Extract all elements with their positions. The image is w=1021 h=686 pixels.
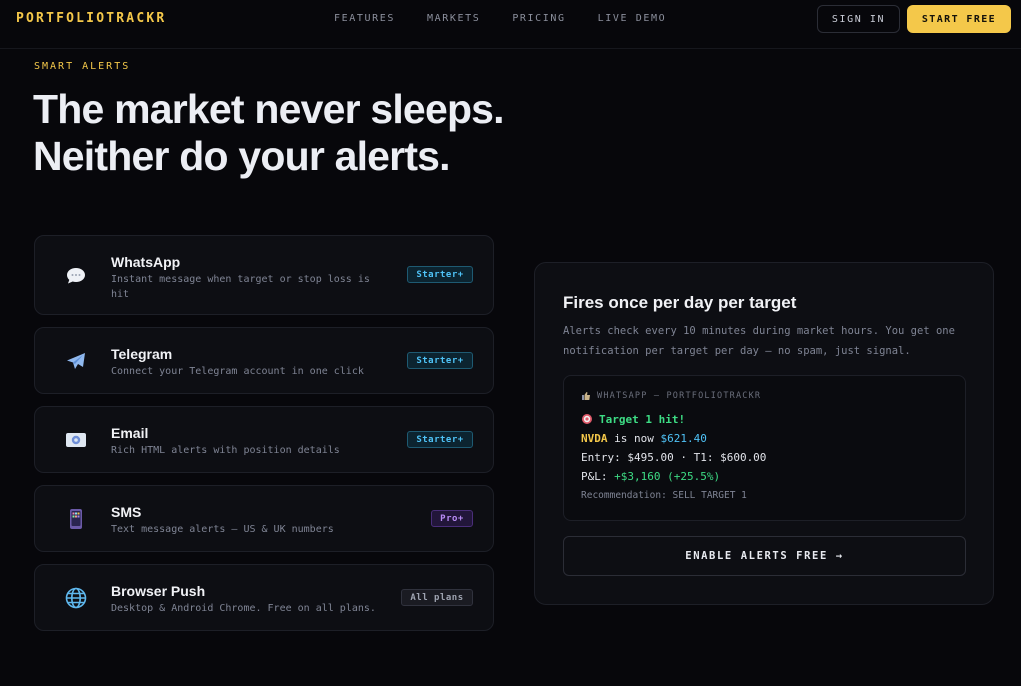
panel-description: Alerts check every 10 minutes during mar…: [563, 325, 955, 357]
nav-link-markets[interactable]: MARKETS: [427, 13, 480, 24]
plan-badge: Starter+: [407, 431, 473, 448]
panel-title: Fires once per day per target: [563, 293, 797, 312]
start-free-button[interactable]: START FREE: [907, 5, 1011, 33]
pnl-value: +$3,160 (+25.5%): [614, 470, 721, 483]
plan-badge: All plans: [401, 589, 473, 606]
enable-alerts-button[interactable]: ENABLE ALERTS FREE →: [563, 536, 966, 576]
entry-line: Entry: $495.00 · T1: $600.00: [581, 451, 767, 464]
sign-in-button[interactable]: SIGN IN: [817, 5, 900, 33]
ticker-symbol: NVDA: [581, 432, 608, 445]
channel-desc: Rich HTML alerts with position details: [111, 445, 340, 456]
plan-badge: Pro+: [431, 510, 473, 527]
plan-badge: Starter+: [407, 352, 473, 369]
pnl-label: P&L:: [581, 470, 615, 483]
target-icon: [581, 413, 593, 428]
message-header: WHATSAPP — PORTFOLIOTRACKR: [581, 391, 761, 401]
top-nav: PORTFOLIOTRACKR FEATURES MARKETS PRICING…: [0, 0, 1021, 49]
logo[interactable]: PORTFOLIOTRACKR: [16, 11, 166, 26]
pnl-line: P&L: +$3,160 (+25.5%): [581, 470, 720, 483]
email-icon: [63, 427, 89, 453]
message-source: WHATSAPP — PORTFOLIOTRACKR: [597, 391, 762, 401]
globe-icon: [63, 585, 89, 611]
recommendation-line: Recommendation: SELL TARGET 1: [581, 490, 747, 501]
channel-desc: Desktop & Android Chrome. Free on all pl…: [111, 603, 376, 614]
hero-heading: The market never sleeps. Neither do your…: [33, 86, 505, 180]
airplane-icon: [63, 348, 89, 374]
channel-desc: Instant message when target or stop loss…: [111, 274, 370, 300]
hero-line-2: Neither do your alerts.: [33, 133, 451, 179]
section-eyebrow: SMART ALERTS: [34, 61, 131, 72]
nav-link-live-demo[interactable]: LIVE DEMO: [598, 13, 667, 24]
is-now-text: is now: [607, 432, 661, 445]
alert-info-panel: Fires once per day per target Alerts che…: [534, 262, 994, 605]
current-price: $621.40: [660, 432, 707, 445]
channel-title: Browser Push: [111, 583, 206, 599]
nav-link-features[interactable]: FEATURES: [334, 13, 395, 24]
channel-title: SMS: [111, 504, 142, 520]
channel-card-browser-push: Browser Push Desktop & Android Chrome. F…: [34, 564, 494, 631]
speech-bubble-icon: [63, 263, 89, 289]
nav-links: FEATURES MARKETS PRICING LIVE DEMO: [334, 13, 698, 24]
channel-desc: Connect your Telegram account in one cli…: [111, 366, 364, 377]
thumbs-up-icon: [581, 391, 591, 401]
plan-badge: Starter+: [407, 266, 473, 283]
channel-title: Telegram: [111, 346, 173, 362]
target-hit-line: Target 1 hit!: [581, 413, 685, 428]
channel-card-sms: SMS Text message alerts — US & UK number…: [34, 485, 494, 552]
target-hit-text: Target 1 hit!: [599, 413, 686, 426]
nav-link-pricing[interactable]: PRICING: [512, 13, 565, 24]
channel-card-telegram: Telegram Connect your Telegram account i…: [34, 327, 494, 394]
channel-desc: Text message alerts — US & UK numbers: [111, 524, 334, 535]
phone-icon: [63, 506, 89, 532]
sample-message: WHATSAPP — PORTFOLIOTRACKR Target 1 hit!…: [563, 375, 966, 521]
channel-card-whatsapp: WhatsApp Instant message when target or …: [34, 235, 494, 315]
channel-title: WhatsApp: [111, 254, 181, 270]
price-line: NVDA is now $621.40: [581, 432, 707, 445]
channel-card-email: Email Rich HTML alerts with position det…: [34, 406, 494, 473]
hero-line-1: The market never sleeps.: [33, 86, 505, 132]
channel-title: Email: [111, 425, 149, 441]
